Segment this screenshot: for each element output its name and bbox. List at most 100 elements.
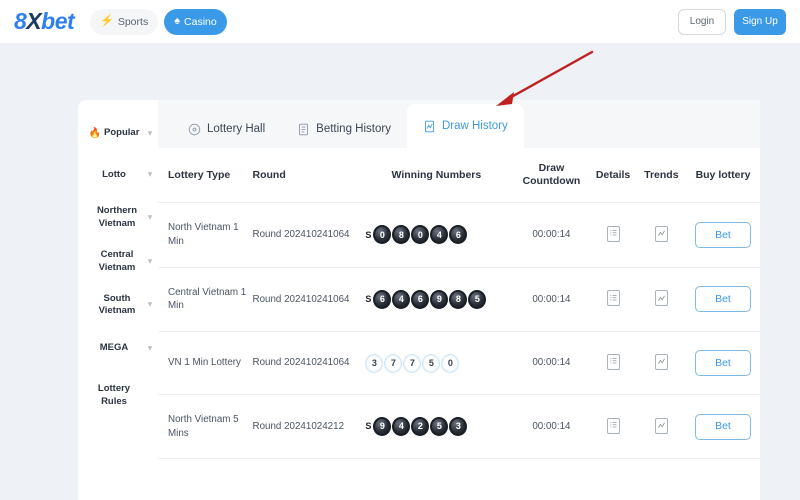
trends-chart-icon[interactable] bbox=[654, 417, 668, 434]
winning-number-ball: 7 bbox=[384, 353, 403, 373]
main-panel: Lottery Hall Betting History Draw Histor… bbox=[158, 100, 760, 500]
header-actions: Login Sign Up bbox=[678, 8, 786, 35]
logo-text-2: bet bbox=[41, 8, 75, 34]
winning-number-ball: 4 bbox=[392, 289, 411, 309]
sidebar-label-lotto: Lotto bbox=[102, 168, 126, 180]
sidebar-item-lottery-rules[interactable]: Lottery Rules bbox=[78, 378, 158, 414]
winning-number-ball: 0 bbox=[441, 353, 460, 373]
login-button[interactable]: Login bbox=[678, 8, 726, 35]
cell-buy-lottery: Bet bbox=[685, 267, 760, 333]
winning-number-ball: 4 bbox=[430, 225, 449, 245]
series-prefix: S bbox=[365, 229, 372, 240]
winning-number-ball: 9 bbox=[373, 417, 392, 437]
cell-buy-lottery: Bet bbox=[685, 331, 760, 396]
column-header-round: Round bbox=[252, 148, 360, 204]
column-header-lottery-type: Lottery Type bbox=[158, 148, 253, 204]
details-list-icon[interactable] bbox=[606, 290, 620, 307]
cell-details[interactable] bbox=[589, 267, 637, 333]
winning-number-ball: 6 bbox=[373, 289, 392, 309]
cell-trends[interactable] bbox=[636, 331, 686, 396]
cell-lottery-type: VN 1 Min Lottery bbox=[158, 331, 253, 396]
series-prefix: S bbox=[365, 294, 372, 305]
winning-number-ball: 2 bbox=[411, 417, 430, 437]
bolt-icon: ⚡ bbox=[100, 15, 114, 27]
sidebar-label-central-vietnam: Central Vietnam bbox=[98, 248, 136, 273]
cell-trends[interactable] bbox=[636, 202, 686, 268]
sidebar-label-lottery-rules: Lottery Rules bbox=[97, 383, 131, 407]
cell-draw-countdown: 00:00:14 bbox=[513, 267, 590, 333]
cell-round: Round 202410241064 bbox=[252, 331, 360, 396]
table-row: Central Vietnam 1 Min Round 202410241064… bbox=[158, 267, 760, 333]
cell-buy-lottery: Bet bbox=[685, 202, 760, 268]
signup-button[interactable]: Sign Up bbox=[734, 8, 786, 35]
draw-history-table-wrapper: Lottery Type Round Winning Numbers Draw … bbox=[158, 148, 760, 460]
bet-button[interactable]: Bet bbox=[694, 286, 751, 313]
brand-logo[interactable]: 8 Xbet bbox=[14, 8, 75, 35]
winning-number-ball: 8 bbox=[449, 289, 468, 309]
bet-button[interactable]: Bet bbox=[694, 413, 751, 440]
cell-draw-countdown: 00:00:14 bbox=[513, 331, 590, 396]
winning-number-ball: 3 bbox=[365, 353, 384, 373]
series-prefix: S bbox=[365, 421, 372, 432]
table-row: VN 1 Min Lottery Round 202410241064 3775… bbox=[158, 331, 760, 396]
chevron-down-icon: ▾ bbox=[147, 128, 152, 138]
tab-lottery-hall[interactable]: Lottery Hall bbox=[172, 110, 281, 148]
column-header-trends: Trends bbox=[636, 148, 686, 204]
trends-chart-icon[interactable] bbox=[654, 353, 668, 370]
sidebar-item-south-vietnam[interactable]: South Vietnam ▾ bbox=[78, 288, 158, 324]
winning-number-ball: 4 bbox=[392, 417, 411, 437]
details-list-icon[interactable] bbox=[606, 353, 620, 370]
details-list-icon[interactable] bbox=[606, 225, 620, 242]
chevron-down-icon: ▾ bbox=[147, 212, 152, 222]
cell-draw-countdown: 00:00:14 bbox=[513, 202, 590, 268]
bet-button[interactable]: Bet bbox=[694, 350, 751, 377]
sidebar-label-northern-vietnam: Northern Vietnam bbox=[96, 205, 138, 230]
column-header-winning-numbers: Winning Numbers bbox=[359, 148, 514, 204]
winning-number-ball: 9 bbox=[430, 289, 449, 309]
trends-chart-icon[interactable] bbox=[654, 290, 668, 307]
target-icon bbox=[188, 123, 201, 136]
sidebar-item-central-vietnam[interactable]: Central Vietnam ▾ bbox=[78, 244, 158, 280]
nav-item-sports[interactable]: ⚡ Sports bbox=[90, 8, 159, 35]
tab-draw-history[interactable]: Draw History bbox=[406, 104, 524, 148]
nav-item-casino[interactable]: ♠ Casino bbox=[164, 8, 227, 35]
column-header-draw-countdown: Draw Countdown bbox=[513, 148, 590, 204]
sidebar-item-popular[interactable]: 🔥 Popular ▾ bbox=[78, 122, 158, 146]
cell-details[interactable] bbox=[589, 394, 637, 460]
table-header: Lottery Type Round Winning Numbers Draw … bbox=[158, 148, 760, 204]
column-header-buy-lottery: Buy lottery bbox=[685, 148, 760, 204]
sidebar-item-mega[interactable]: MEGA ▾ bbox=[78, 337, 158, 360]
primary-nav: ⚡ Sports ♠ Casino bbox=[90, 8, 227, 35]
column-header-details: Details bbox=[589, 148, 637, 204]
logo-text-1: 8 bbox=[14, 8, 27, 34]
nav-label-casino: Casino bbox=[184, 15, 217, 28]
cell-lottery-type: Central Vietnam 1 Min bbox=[158, 267, 253, 333]
sidebar-item-lotto[interactable]: Lotto ▾ bbox=[78, 164, 158, 187]
table-body: North Vietnam 1 Min Round 202410241064 S… bbox=[158, 202, 760, 460]
cell-details[interactable] bbox=[589, 331, 637, 396]
cell-winning-numbers: S646985 bbox=[359, 267, 514, 333]
cell-details[interactable] bbox=[589, 202, 637, 268]
winning-number-ball: 3 bbox=[449, 417, 468, 437]
logo-text-x: X bbox=[26, 8, 42, 34]
cell-trends[interactable] bbox=[636, 394, 686, 460]
tab-bar: Lottery Hall Betting History Draw Histor… bbox=[158, 100, 760, 148]
details-list-icon[interactable] bbox=[606, 417, 620, 434]
tab-betting-history[interactable]: Betting History bbox=[281, 110, 407, 148]
sidebar: 🔥 Popular ▾ Lotto ▾ Northern Vietnam ▾ C… bbox=[78, 100, 158, 500]
winning-number-ball: 8 bbox=[392, 225, 411, 245]
chevron-down-icon: ▾ bbox=[147, 343, 152, 353]
winning-numbers-group: 37750 bbox=[359, 353, 513, 373]
trends-chart-icon[interactable] bbox=[654, 225, 668, 242]
cell-round: Round 20241024212 bbox=[252, 394, 360, 460]
tab-label-betting-history: Betting History bbox=[316, 123, 391, 135]
winning-number-ball: 0 bbox=[411, 225, 430, 245]
chevron-down-icon: ▾ bbox=[147, 256, 152, 266]
chevron-down-icon: ▾ bbox=[147, 299, 152, 309]
cell-round: Round 202410241064 bbox=[252, 202, 360, 268]
bet-button[interactable]: Bet bbox=[694, 221, 751, 248]
cell-round: Round 202410241064 bbox=[252, 267, 360, 333]
cell-trends[interactable] bbox=[636, 267, 686, 333]
sidebar-label-popular: Popular bbox=[104, 127, 140, 139]
sidebar-item-northern-vietnam[interactable]: Northern Vietnam ▾ bbox=[78, 200, 158, 236]
